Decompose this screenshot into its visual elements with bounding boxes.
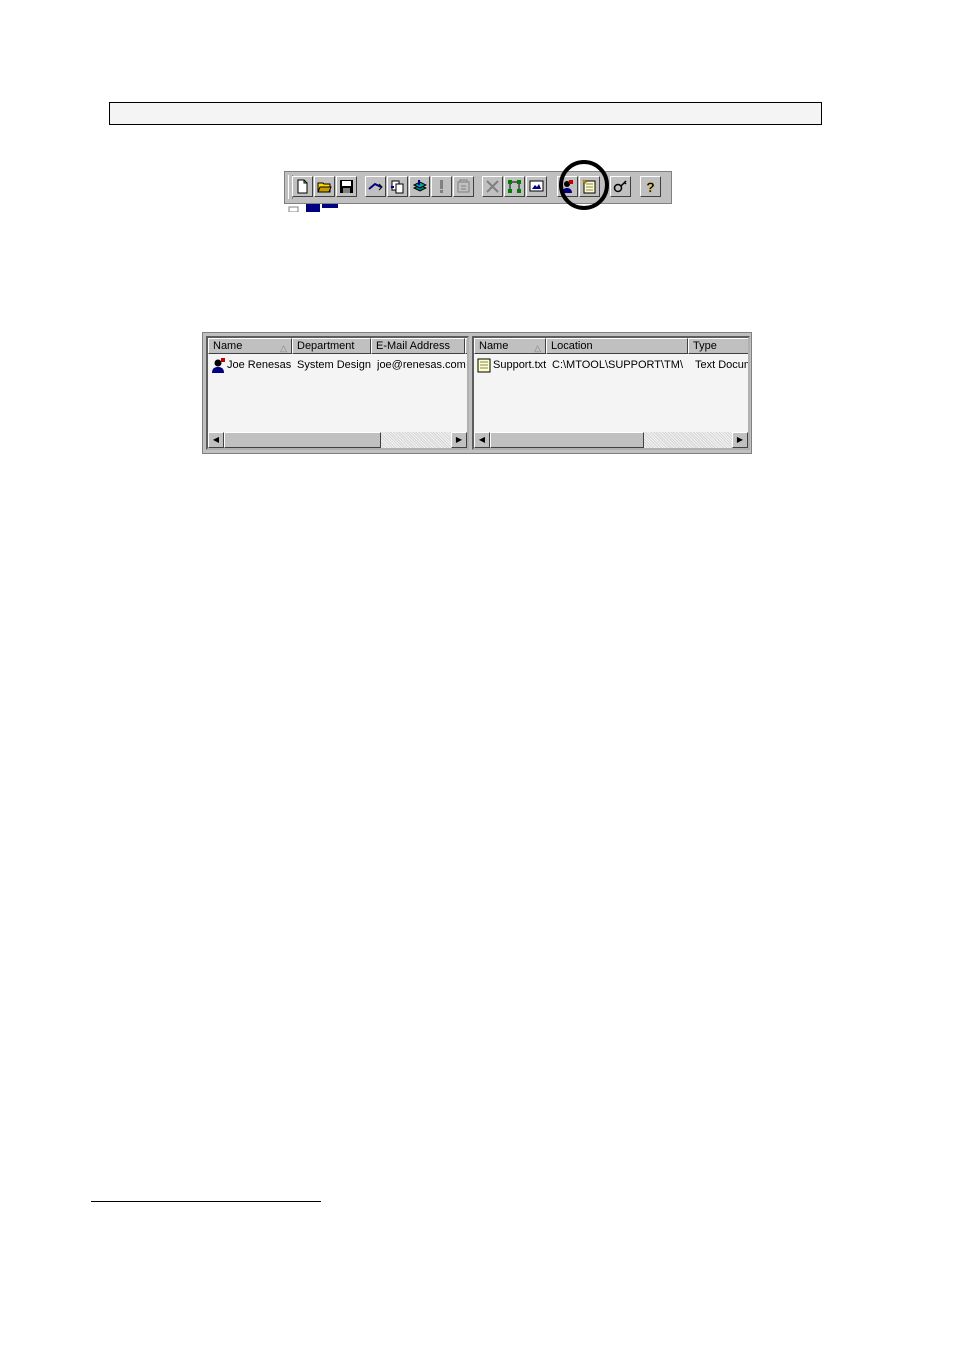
open-button[interactable] (314, 176, 335, 197)
open-folder-icon (317, 182, 332, 193)
horizontal-scrollbar[interactable]: ◀ ▶ (474, 432, 748, 448)
scroll-right-button[interactable]: ▶ (732, 432, 748, 448)
tree-network-icon (508, 180, 521, 193)
column-header-label: Type (693, 340, 717, 352)
caption-box (109, 102, 822, 125)
exclamation-icon (440, 180, 443, 193)
save-disk-icon (340, 180, 353, 193)
highlight-circle (559, 160, 609, 210)
scroll-thumb[interactable] (490, 432, 644, 448)
view-button[interactable] (526, 176, 547, 197)
sort-up-icon: △ (534, 343, 541, 353)
sort-up-icon: △ (280, 343, 287, 353)
svg-text:?: ? (646, 179, 655, 194)
search-button[interactable] (610, 176, 631, 197)
properties-icon (457, 179, 470, 193)
scroll-right-button[interactable]: ▶ (451, 432, 467, 448)
stack-button[interactable] (409, 176, 430, 197)
column-header-extra[interactable] (465, 338, 467, 354)
link-button[interactable] (365, 176, 386, 197)
cell-location: C:\MTOOL\SUPPORT\TM\ (552, 359, 683, 371)
cell-type: Text Docum (695, 359, 750, 371)
table-row[interactable]: Support.txt C:\MTOOL\SUPPORT\TM\ Text Do… (476, 357, 748, 373)
column-header-label: Name (213, 340, 243, 352)
column-header-email[interactable]: E-Mail Address (371, 338, 465, 354)
scroll-left-button[interactable]: ◀ (208, 432, 224, 448)
cell-department: System Design (297, 359, 371, 371)
column-header-department[interactable]: Department (292, 338, 371, 354)
horizontal-scrollbar[interactable]: ◀ ▶ (208, 432, 467, 448)
help-question-icon: ? (646, 179, 655, 194)
column-header-label: Name (479, 340, 509, 352)
main-toolbar: ? (284, 171, 672, 204)
delete-button[interactable] (482, 176, 503, 197)
cell-name: Support.txt (493, 359, 547, 371)
new-document-button[interactable] (292, 176, 313, 197)
stack-layers-icon (412, 180, 427, 192)
contact-person-icon (212, 358, 225, 373)
files-list[interactable]: Name △ Location Type Support.txt C:\MTOO… (472, 336, 750, 450)
search-key-icon (613, 180, 627, 193)
delete-x-icon (486, 180, 499, 193)
alert-button[interactable] (431, 176, 452, 197)
column-header-name[interactable]: Name △ (474, 338, 546, 354)
column-header-label: E-Mail Address (376, 340, 450, 352)
new-document-icon (297, 179, 308, 194)
cell-email: joe@renesas.com (377, 359, 466, 371)
footnote-rule (91, 1201, 321, 1202)
column-header-label: Location (551, 340, 593, 352)
help-button[interactable]: ? (640, 176, 661, 197)
cell-name: Joe Renesas (227, 359, 291, 371)
tree-view-peek (288, 204, 338, 212)
column-header-name[interactable]: Name △ (208, 338, 292, 354)
tree-button[interactable] (504, 176, 525, 197)
copy-button[interactable] (387, 176, 408, 197)
list-panes: Name △ Department E-Mail Address Joe Ren… (202, 332, 752, 454)
save-button[interactable] (336, 176, 357, 197)
scroll-left-button[interactable]: ◀ (474, 432, 490, 448)
text-file-icon (477, 358, 491, 373)
scroll-thumb[interactable] (224, 432, 381, 448)
column-header-location[interactable]: Location (546, 338, 688, 354)
column-header-label: Department (297, 340, 355, 352)
view-screen-icon (529, 180, 544, 192)
table-row[interactable]: Joe Renesas System Design joe@renesas.co… (210, 357, 467, 373)
link-arrow-icon (368, 182, 383, 191)
contacts-list[interactable]: Name △ Department E-Mail Address Joe Ren… (206, 336, 469, 450)
column-header-type[interactable]: Type (688, 338, 748, 354)
properties-button[interactable] (453, 176, 474, 197)
copy-pages-icon (391, 180, 404, 194)
